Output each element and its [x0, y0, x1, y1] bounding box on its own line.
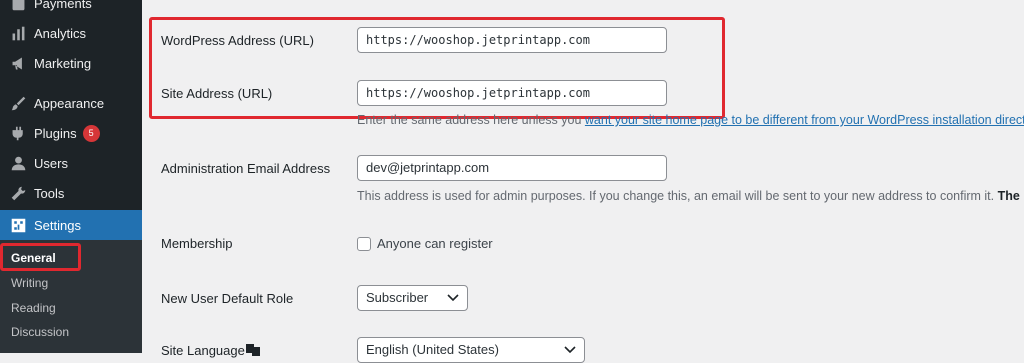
site-language-value: English (United States) [366, 342, 499, 357]
anyone-can-register-label[interactable]: Anyone can register [377, 236, 493, 251]
sidebar-item-label: Plugins [34, 125, 77, 141]
submenu-item-reading[interactable]: Reading [11, 301, 56, 315]
sidebar-item-plugins[interactable]: Plugins 5 [0, 118, 142, 148]
admin-email-description: This address is used for admin purposes.… [357, 189, 1024, 203]
sidebar-item-payments[interactable]: Payments [0, 0, 142, 18]
sidebar-item-label: Users [34, 155, 68, 171]
admin-email-desc-text: This address is used for admin purposes.… [357, 189, 998, 203]
sidebar-item-analytics[interactable]: Analytics [0, 18, 142, 48]
sidebar-item-appearance[interactable]: Appearance [0, 88, 142, 118]
highlight-general-box [0, 243, 81, 271]
admin-sidebar: Payments Analytics Marketing Appearance … [0, 0, 142, 353]
sidebar-item-label: Tools [34, 185, 65, 201]
site-address-desc-text: Enter the same address here unless you [357, 113, 585, 127]
submenu-item-discussion[interactable]: Discussion [11, 325, 69, 339]
sidebar-item-label: Settings [34, 217, 81, 233]
anyone-can-register-checkbox[interactable] [357, 237, 371, 251]
wp-address-input[interactable]: https://wooshop.jetprintapp.com [357, 27, 667, 53]
plugin-icon [8, 123, 28, 143]
sidebar-item-users[interactable]: Users [0, 148, 142, 178]
default-role-value: Subscriber [366, 290, 429, 305]
analytics-icon [8, 23, 28, 43]
site-address-input[interactable]: https://wooshop.jetprintapp.com [357, 80, 667, 106]
wp-address-label: WordPress Address (URL) [161, 33, 314, 48]
site-address-label: Site Address (URL) [161, 86, 273, 101]
megaphone-icon [8, 53, 28, 73]
admin-email-input[interactable]: dev@jetprintapp.com [357, 155, 667, 181]
default-role-label: New User Default Role [161, 291, 294, 306]
membership-label: Membership [161, 236, 233, 251]
sidebar-item-marketing[interactable]: Marketing [0, 48, 142, 78]
settings-icon [8, 215, 28, 235]
user-icon [8, 153, 28, 173]
paintbrush-icon [8, 93, 28, 113]
payments-icon [8, 0, 28, 13]
admin-email-desc-bold: The ne [997, 189, 1024, 203]
chevron-down-icon [447, 294, 459, 302]
admin-email-label: Administration Email Address [161, 161, 331, 176]
sidebar-item-label: Payments [34, 0, 92, 11]
sidebar-item-label: Analytics [34, 25, 87, 41]
plugins-update-badge: 5 [82, 124, 100, 142]
translate-icon [246, 343, 260, 356]
sidebar-item-label: Appearance [34, 95, 105, 111]
site-address-help-link[interactable]: want your site home page to be different… [585, 113, 1024, 127]
wrench-icon [8, 183, 28, 203]
sidebar-item-settings[interactable]: Settings [0, 210, 142, 240]
site-address-description: Enter the same address here unless you w… [357, 113, 1024, 127]
sidebar-item-tools[interactable]: Tools [0, 178, 142, 208]
site-language-select[interactable]: English (United States) [357, 337, 585, 363]
site-language-label: Site Language [161, 343, 245, 358]
default-role-select[interactable]: Subscriber [357, 285, 468, 311]
sidebar-item-label: Marketing [34, 55, 92, 71]
submenu-item-writing[interactable]: Writing [11, 276, 48, 290]
